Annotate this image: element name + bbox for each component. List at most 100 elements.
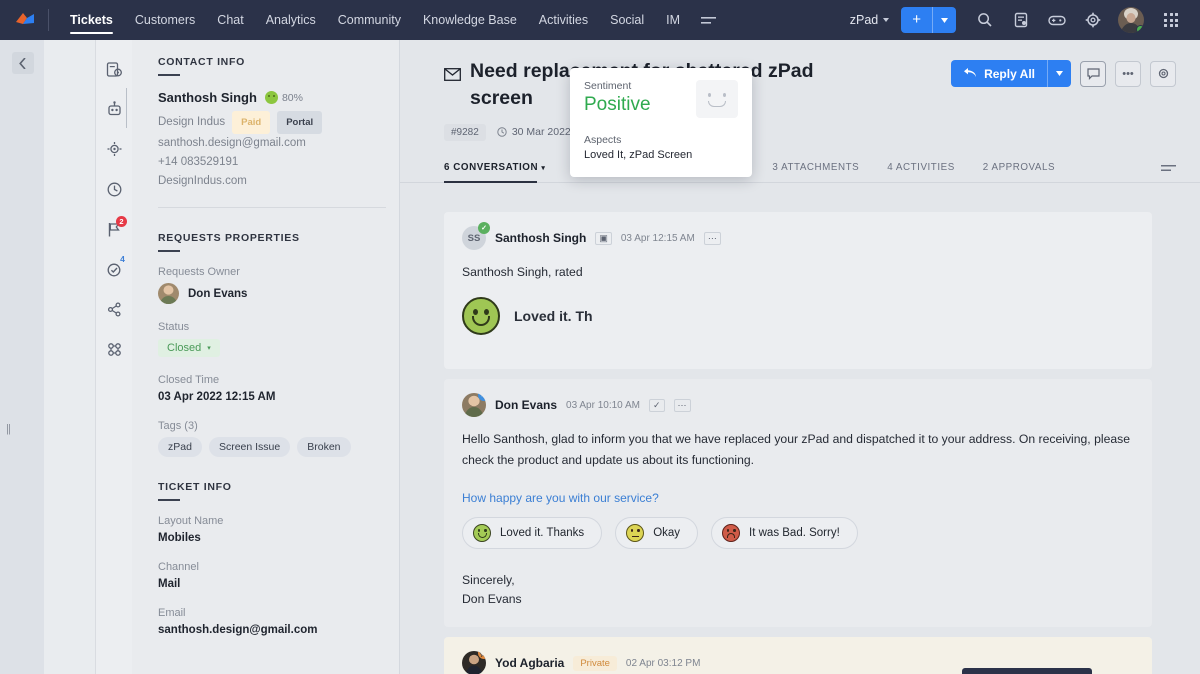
- contact-website[interactable]: DesignIndus.com: [158, 172, 386, 191]
- contact-name[interactable]: Santhosh Singh: [158, 90, 257, 105]
- signoff-line-2: Don Evans: [462, 590, 1134, 609]
- badge-portal: Portal: [277, 111, 322, 134]
- tab-activities[interactable]: 4 ACTIVITIES: [887, 155, 955, 182]
- tab-approvals[interactable]: 2 APPROVALS: [983, 155, 1055, 182]
- field-label: Closed Time: [158, 374, 386, 386]
- bottom-compose-card[interactable]: [962, 668, 1092, 674]
- flag-badge-count: 2: [116, 216, 127, 227]
- message-header: SS ✓ Santhosh Singh ▣ 03 Apr 12:15 AM ⋯: [462, 226, 1134, 250]
- sentiment-popup: Sentiment Positive Aspects Loved It, zPa…: [570, 68, 752, 177]
- status-value: Closed: [167, 342, 201, 354]
- nav-label: Chat: [217, 13, 243, 27]
- channel-icon: ▣: [595, 232, 612, 245]
- gear-icon[interactable]: [1150, 61, 1176, 87]
- tasks-badge-count: 4: [117, 254, 128, 265]
- field-layout-name: Layout Name Mobiles: [158, 515, 386, 544]
- panel-drag-handle[interactable]: ||: [4, 418, 12, 440]
- tab-attachments[interactable]: 3 ATTACHMENTS: [772, 155, 859, 182]
- department-selector[interactable]: zPad: [850, 13, 890, 27]
- game-controller-icon[interactable]: [1040, 3, 1074, 37]
- nav-tab-community[interactable]: Community: [327, 0, 412, 40]
- message-body: Hello Santhosh, glad to inform you that …: [462, 429, 1134, 471]
- rating-button-bad[interactable]: It was Bad. Sorry!: [711, 517, 858, 549]
- more-horizontal-icon[interactable]: •••: [1115, 61, 1141, 87]
- nav-tab-chat[interactable]: Chat: [206, 0, 254, 40]
- ticket-details-panel: CONTACT INFO Santhosh Singh 80% Design I…: [132, 40, 400, 674]
- rating-button-okay[interactable]: Okay: [615, 517, 698, 549]
- apps-grid-icon[interactable]: [1154, 3, 1188, 37]
- signoff-line-1: Sincerely,: [462, 571, 1134, 590]
- apps-extensions-icon[interactable]: [98, 332, 130, 366]
- message-author: Santhosh Singh: [495, 231, 586, 245]
- contact-phone[interactable]: +14 083529191: [158, 153, 386, 172]
- add-dropdown-chevron-icon[interactable]: [933, 18, 956, 23]
- notes-icon[interactable]: [1004, 3, 1038, 37]
- nav-tab-im[interactable]: IM: [655, 0, 691, 40]
- field-label: Layout Name: [158, 515, 386, 527]
- nav-tab-tickets[interactable]: Tickets: [59, 0, 124, 40]
- user-avatar[interactable]: [1118, 7, 1144, 33]
- field-email: Email santhosh.design@gmail.com: [158, 607, 386, 636]
- reply-all-button[interactable]: Reply All: [951, 60, 1071, 87]
- tag-item[interactable]: zPad: [158, 437, 202, 457]
- message-more-icon[interactable]: ⋯: [704, 232, 721, 245]
- message-item: SS ✓ Santhosh Singh ▣ 03 Apr 12:15 AM ⋯ …: [444, 212, 1152, 369]
- tab-label: 2 APPROVALS: [983, 162, 1055, 173]
- field-value: Don Evans: [188, 288, 247, 300]
- nav-tab-activities[interactable]: Activities: [528, 0, 599, 40]
- contact-name-row: Santhosh Singh 80%: [158, 90, 386, 105]
- message-more-icon[interactable]: ⋯: [674, 399, 691, 412]
- ticket-info-heading: TICKET INFO: [158, 481, 386, 493]
- requests-properties-heading: REQUESTS PROPERTIES: [158, 232, 386, 244]
- message-body: Santhosh Singh, rated: [462, 262, 1134, 283]
- tab-label: 4 ACTIVITIES: [887, 162, 955, 173]
- chevron-left-icon[interactable]: [12, 52, 34, 74]
- field-tags: Tags (3) zPad Screen Issue Broken: [158, 420, 386, 457]
- tag-item[interactable]: Screen Issue: [209, 437, 290, 457]
- nav-tab-social[interactable]: Social: [599, 0, 655, 40]
- nav-label: Knowledge Base: [423, 13, 517, 27]
- happiness-percent: 80%: [282, 92, 303, 104]
- more-menu-icon[interactable]: [691, 0, 726, 40]
- add-button[interactable]: +: [901, 7, 956, 33]
- ticket-main-panel: Need replacement for shattered zPad scre…: [400, 40, 1200, 674]
- message-author: Yod Agbaria: [495, 656, 564, 670]
- search-icon[interactable]: [968, 3, 1002, 37]
- field-closed-time: Closed Time 03 Apr 2022 12:15 AM: [158, 374, 386, 403]
- robot-assistant-icon[interactable]: [98, 92, 130, 126]
- gear-icon[interactable]: [1076, 3, 1110, 37]
- flag-icon[interactable]: 2: [98, 212, 130, 246]
- history-clock-icon[interactable]: [98, 172, 130, 206]
- tasks-check-icon[interactable]: 4: [98, 252, 130, 286]
- nav-tab-analytics[interactable]: Analytics: [255, 0, 327, 40]
- nav-label: Social: [610, 13, 644, 27]
- nav-tab-customers[interactable]: Customers: [124, 0, 206, 40]
- tag-item[interactable]: Broken: [297, 437, 350, 457]
- field-label: Email: [158, 607, 386, 619]
- rating-button-label: Loved it. Thanks: [500, 527, 584, 539]
- nav-label: Tickets: [70, 13, 113, 27]
- contact-email[interactable]: santhosh.design@gmail.com: [158, 134, 386, 153]
- message-header: ✉ Don Evans 03 Apr 10:10 AM ✓ ⋯: [462, 393, 1134, 417]
- survey-question[interactable]: How happy are you with our service?: [462, 491, 1134, 505]
- field-value: Mobiles: [158, 532, 386, 544]
- email-icon: [444, 62, 461, 89]
- share-network-icon[interactable]: [98, 292, 130, 326]
- department-label: zPad: [850, 13, 879, 27]
- app-window: Tickets Customers Chat Analytics Communi…: [0, 0, 1200, 674]
- sentiment-value: Positive: [584, 94, 651, 116]
- contact-org: Design Indus: [158, 113, 225, 132]
- status-badge[interactable]: Closed ▾: [158, 339, 220, 357]
- ticket-header: Need replacement for shattered zPad scre…: [400, 40, 1200, 141]
- nav-tab-knowledge-base[interactable]: Knowledge Base: [412, 0, 528, 40]
- insights-bulb-icon[interactable]: [98, 132, 130, 166]
- zoho-desk-logo[interactable]: [8, 0, 42, 40]
- comment-icon[interactable]: [1080, 61, 1106, 87]
- tabs-more-icon[interactable]: [1161, 160, 1176, 178]
- rating-button-loved[interactable]: Loved it. Thanks: [462, 517, 602, 549]
- ticket-properties-icon[interactable]: [98, 52, 130, 86]
- conversation-list[interactable]: SS ✓ Santhosh Singh ▣ 03 Apr 12:15 AM ⋯ …: [400, 212, 1200, 674]
- nav-label: Community: [338, 13, 401, 27]
- reply-dropdown-chevron-icon[interactable]: [1048, 71, 1071, 76]
- tab-conversation[interactable]: 6 CONVERSATION ▾: [444, 155, 545, 182]
